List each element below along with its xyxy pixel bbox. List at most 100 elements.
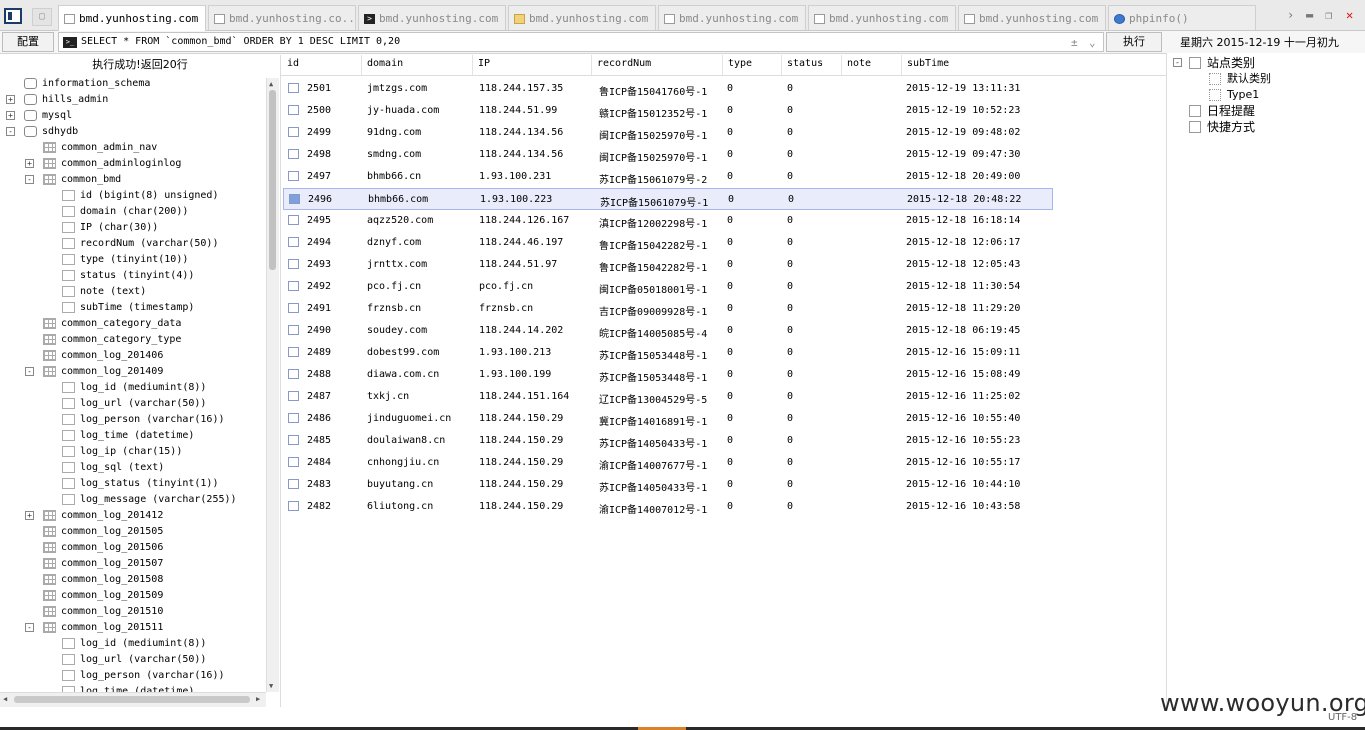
collapse-icon[interactable]: - bbox=[25, 623, 34, 632]
row-icon[interactable] bbox=[289, 194, 300, 204]
scroll-tabs-right-icon[interactable]: › bbox=[1287, 8, 1294, 22]
tree-node[interactable]: type (tinyint(10)) bbox=[0, 252, 266, 268]
tab-7[interactable]: phpinfo() bbox=[1108, 5, 1256, 30]
table-row[interactable]: 2501 jmtzgs.com 118.244.157.35 鲁ICP备1504176… bbox=[283, 78, 1053, 100]
panel-item[interactable]: - 站点类别 bbox=[1167, 55, 1365, 71]
row-icon[interactable] bbox=[288, 413, 299, 423]
tree-node[interactable]: - common_bmd bbox=[0, 172, 266, 188]
tree-node[interactable]: domain (char(200)) bbox=[0, 204, 266, 220]
tree-node[interactable]: common_category_type bbox=[0, 332, 266, 348]
row-icon[interactable] bbox=[288, 83, 299, 93]
close-icon[interactable]: ✕ bbox=[1346, 8, 1353, 22]
tree-node[interactable]: log_status (tinyint(1)) bbox=[0, 476, 266, 492]
row-icon[interactable] bbox=[288, 149, 299, 159]
scrollbar-thumb[interactable] bbox=[14, 696, 250, 703]
tab-3[interactable]: bmd.yunhosting.com bbox=[508, 5, 656, 30]
tree-node[interactable]: common_log_201508 bbox=[0, 572, 266, 588]
row-icon[interactable] bbox=[288, 391, 299, 401]
tree-node[interactable]: common_log_201506 bbox=[0, 540, 266, 556]
minimize-icon[interactable]: ▬ bbox=[1306, 8, 1313, 22]
column-separator[interactable] bbox=[901, 55, 902, 75]
table-row[interactable]: 2489 dobest99.com 1.93.100.213 苏ICP备1505344… bbox=[283, 342, 1053, 364]
collapse-icon[interactable]: - bbox=[6, 127, 15, 136]
tab-1[interactable]: bmd.yunhosting.co... bbox=[208, 5, 356, 30]
tree-vertical-scrollbar[interactable]: ▲ ▼ bbox=[266, 78, 279, 692]
tree-node[interactable]: + mysql bbox=[0, 108, 266, 124]
tree-node[interactable]: - common_log_201409 bbox=[0, 364, 266, 380]
tree-node[interactable]: subTime (timestamp) bbox=[0, 300, 266, 316]
app-menu-icon[interactable] bbox=[4, 8, 22, 24]
column-header-note[interactable]: note bbox=[847, 58, 871, 69]
collapse-icon[interactable]: - bbox=[1173, 58, 1182, 67]
column-separator[interactable] bbox=[361, 55, 362, 75]
new-tab-button[interactable]: ▢ bbox=[32, 8, 52, 26]
tree-node[interactable]: log_id (mediumint(8)) bbox=[0, 636, 266, 652]
tree-node[interactable]: recordNum (varchar(50)) bbox=[0, 236, 266, 252]
tree-node[interactable]: common_log_201507 bbox=[0, 556, 266, 572]
row-icon[interactable] bbox=[288, 435, 299, 445]
tree-node[interactable]: IP (char(30)) bbox=[0, 220, 266, 236]
tree-node[interactable]: common_log_201509 bbox=[0, 588, 266, 604]
table-row[interactable]: 2482 6liutong.cn 118.244.150.29 渝ICP备140070… bbox=[283, 496, 1053, 518]
scroll-left-icon[interactable]: ◀ bbox=[3, 695, 7, 703]
tree-node[interactable]: log_message (varchar(255)) bbox=[0, 492, 266, 508]
dropdown-arrow-icon[interactable]: ⌄ bbox=[1089, 36, 1096, 49]
table-row[interactable]: 2493 jrnttx.com 118.244.51.97 鲁ICP备15042282… bbox=[283, 254, 1053, 276]
tree-node[interactable]: note (text) bbox=[0, 284, 266, 300]
row-icon[interactable] bbox=[288, 105, 299, 115]
tree-node[interactable]: common_admin_nav bbox=[0, 140, 266, 156]
config-button[interactable]: 配置 bbox=[2, 32, 54, 52]
tree-node[interactable]: - sdhydb bbox=[0, 124, 266, 140]
scroll-up-icon[interactable]: ▲ bbox=[269, 80, 273, 88]
column-header-domain[interactable]: domain bbox=[367, 58, 403, 69]
tree-node[interactable]: log_url (varchar(50)) bbox=[0, 652, 266, 668]
table-row[interactable]: 2499 91dng.com 118.244.134.56 闽ICP备15025970… bbox=[283, 122, 1053, 144]
execute-button[interactable]: 执行 bbox=[1106, 32, 1162, 52]
table-row[interactable]: 2500 jy-huada.com 118.244.51.99 赣ICP备150123… bbox=[283, 100, 1053, 122]
column-header-type[interactable]: type bbox=[728, 58, 752, 69]
row-icon[interactable] bbox=[288, 347, 299, 357]
row-icon[interactable] bbox=[288, 127, 299, 137]
column-separator[interactable] bbox=[841, 55, 842, 75]
tab-0[interactable]: bmd.yunhosting.com bbox=[58, 5, 206, 31]
expand-icon[interactable]: + bbox=[6, 95, 15, 104]
tree-node[interactable]: log_person (varchar(16)) bbox=[0, 412, 266, 428]
restore-icon[interactable]: ❐ bbox=[1325, 8, 1332, 22]
table-row[interactable]: 2498 smdng.com 118.244.134.56 闽ICP备15025970… bbox=[283, 144, 1053, 166]
tab-6[interactable]: bmd.yunhosting.com bbox=[958, 5, 1106, 30]
row-icon[interactable] bbox=[288, 501, 299, 511]
tree-node[interactable]: log_sql (text) bbox=[0, 460, 266, 476]
scroll-down-icon[interactable]: ▼ bbox=[269, 682, 273, 690]
tree-node[interactable]: log_time (datetime) bbox=[0, 428, 266, 444]
table-row[interactable]: 2491 frznsb.cn frznsb.cn 吉ICP备09009928号-1 0 0… bbox=[283, 298, 1053, 320]
table-row[interactable]: 2492 pco.fj.cn pco.fj.cn 闽ICP备05018001号-1 0 0… bbox=[283, 276, 1053, 298]
tree-node[interactable]: + common_adminloginlog bbox=[0, 156, 266, 172]
tab-4[interactable]: bmd.yunhosting.com bbox=[658, 5, 806, 30]
tree-node[interactable]: common_log_201505 bbox=[0, 524, 266, 540]
tree-node[interactable]: log_url (varchar(50)) bbox=[0, 396, 266, 412]
column-header-ip[interactable]: IP bbox=[478, 58, 490, 69]
table-row[interactable]: 2488 diawa.com.cn 1.93.100.199 苏ICP备1505344… bbox=[283, 364, 1053, 386]
expand-icon[interactable]: + bbox=[6, 111, 15, 120]
panel-item[interactable]: 日程提醒 bbox=[1167, 103, 1365, 119]
row-icon[interactable] bbox=[288, 237, 299, 247]
table-row[interactable]: 2495 aqzz520.com 118.244.126.167 滇ICP备12002… bbox=[283, 210, 1053, 232]
tree-node[interactable]: + common_log_201412 bbox=[0, 508, 266, 524]
tree-node[interactable]: common_category_data bbox=[0, 316, 266, 332]
row-icon[interactable] bbox=[288, 369, 299, 379]
tree-node[interactable]: common_log_201406 bbox=[0, 348, 266, 364]
column-header-id[interactable]: id bbox=[287, 58, 299, 69]
tree-node[interactable]: status (tinyint(4)) bbox=[0, 268, 266, 284]
row-icon[interactable] bbox=[288, 325, 299, 335]
tree-node[interactable]: log_time (datetime) bbox=[0, 684, 266, 692]
table-row[interactable]: 2486 jinduguomei.cn 118.244.150.29 冀ICP备140… bbox=[283, 408, 1053, 430]
tree-horizontal-scrollbar[interactable]: ◀ ▶ bbox=[0, 692, 266, 707]
panel-item[interactable]: 快捷方式 bbox=[1167, 119, 1365, 135]
column-separator[interactable] bbox=[472, 55, 473, 75]
tab-2[interactable]: > bmd.yunhosting.com bbox=[358, 5, 506, 30]
table-row[interactable]: 2497 bhmb66.cn 1.93.100.231 苏ICP备15061079号-… bbox=[283, 166, 1053, 188]
table-row[interactable]: 2484 cnhongjiu.cn 118.244.150.29 渝ICP备14007… bbox=[283, 452, 1053, 474]
tree-node[interactable]: information_schema bbox=[0, 76, 266, 92]
tree-node[interactable]: log_id (mediumint(8)) bbox=[0, 380, 266, 396]
scrollbar-thumb[interactable] bbox=[269, 90, 276, 270]
